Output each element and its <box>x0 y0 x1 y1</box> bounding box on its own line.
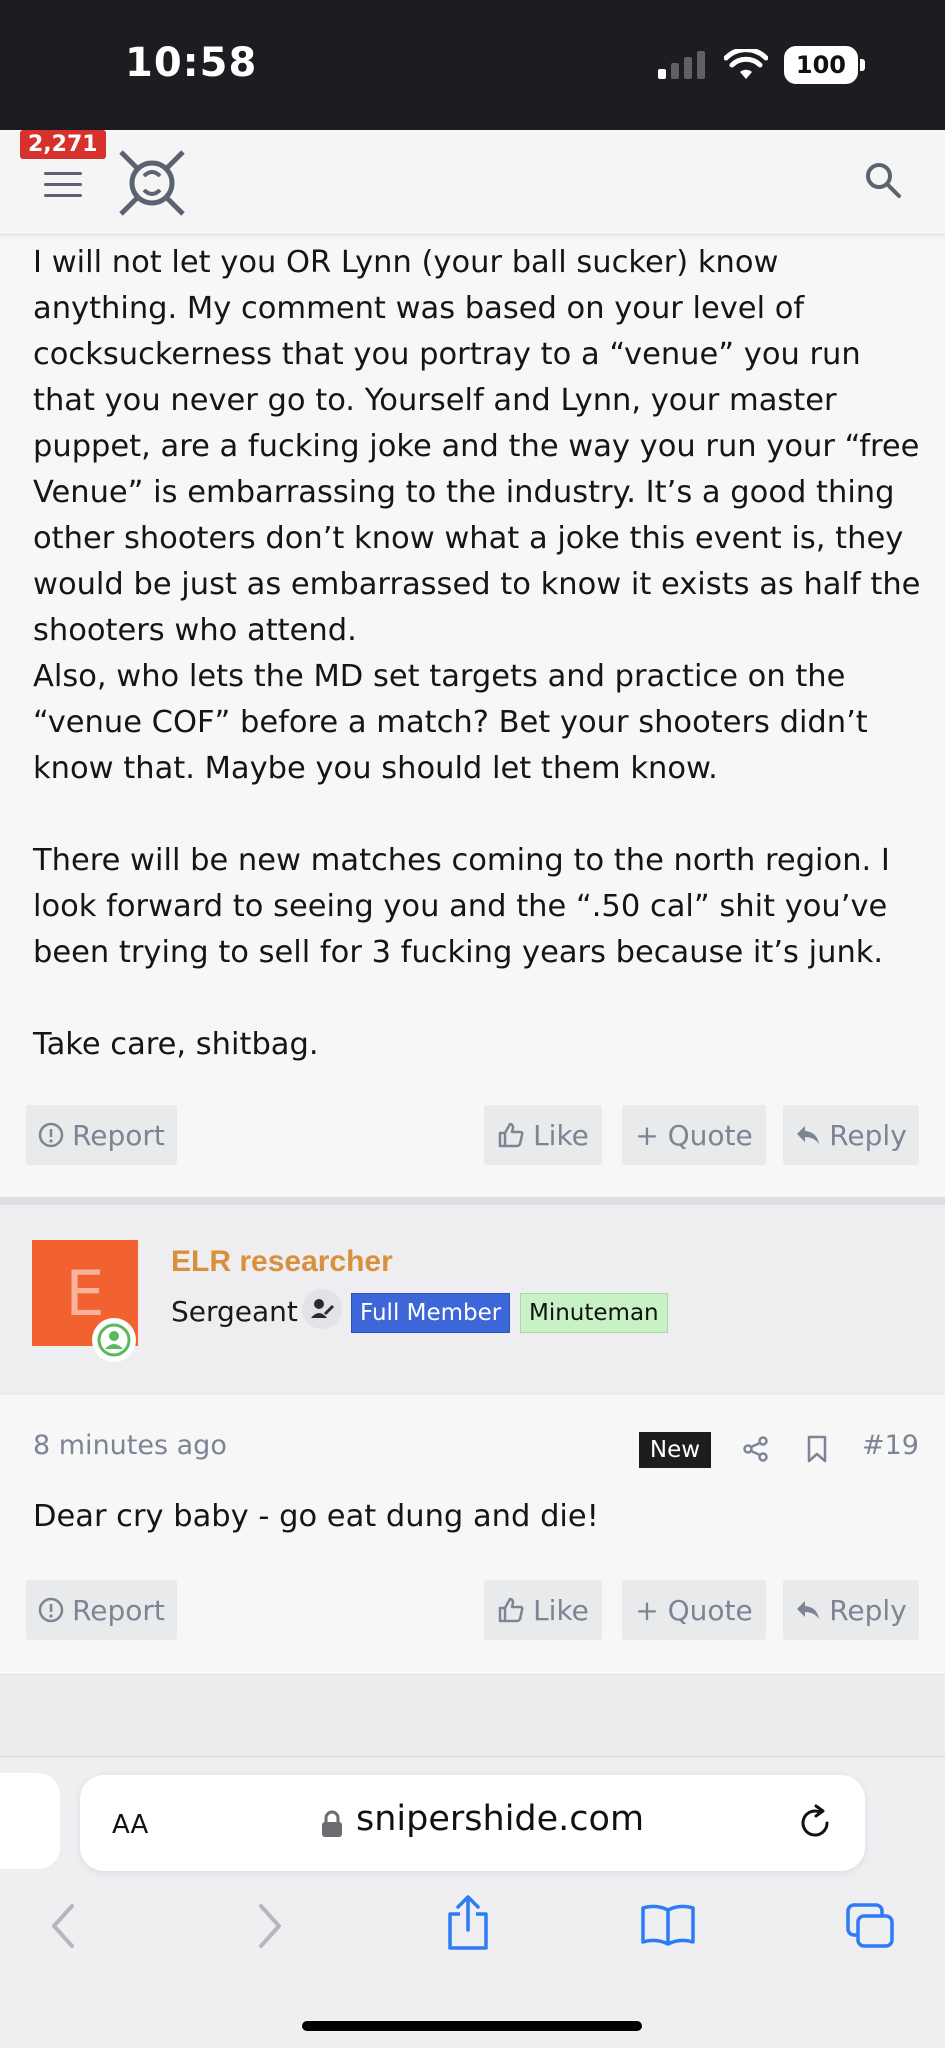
previous-tab-preview[interactable] <box>0 1773 60 1869</box>
wifi-icon <box>723 49 768 79</box>
report-button[interactable]: Report <box>26 1105 177 1165</box>
report-icon <box>38 1122 64 1148</box>
reply-icon <box>797 1126 820 1144</box>
address-bar[interactable]: AA snipershide.com <box>80 1775 865 1871</box>
like-button[interactable]: Like <box>484 1580 602 1640</box>
bookmark-icon[interactable] <box>805 1434 829 1464</box>
new-badge: New <box>639 1432 711 1468</box>
status-icons: 100 <box>657 46 865 84</box>
reload-icon[interactable] <box>795 1803 835 1843</box>
post-message: Dear cry baby - go eat dung and die! <box>33 1499 599 1534</box>
post-actions: Report Like + Quote Reply <box>26 1580 920 1640</box>
browser-toolbar: AA snipershide.com <box>0 1756 945 2048</box>
online-status-icon <box>92 1318 136 1362</box>
home-indicator[interactable] <box>302 2021 642 2031</box>
page-bottom-spacer <box>0 1676 945 1756</box>
user-title: Sergeant <box>171 1295 298 1328</box>
post-body: I will not let you OR Lynn (your ball su… <box>33 240 923 1068</box>
post: 8 minutes ago New #19 Dear cry baby - go… <box>0 1395 945 1675</box>
search-icon[interactable] <box>863 160 903 200</box>
quote-button[interactable]: + Quote <box>622 1105 766 1165</box>
reply-button[interactable]: Reply <box>783 1105 919 1165</box>
report-label: Report <box>72 1118 165 1152</box>
like-icon <box>498 1122 524 1148</box>
username[interactable]: ELR researcher <box>171 1245 393 1279</box>
post-divider <box>0 1197 945 1205</box>
browser-nav <box>0 1895 945 1962</box>
post-timestamp[interactable]: 8 minutes ago <box>33 1430 227 1461</box>
quote-label: + Quote <box>635 1118 753 1152</box>
back-icon[interactable] <box>48 1902 78 1950</box>
share-icon[interactable] <box>742 1435 770 1463</box>
like-icon <box>498 1597 524 1623</box>
site-header: 2,271 <box>0 130 945 235</box>
notification-badge[interactable]: 2,271 <box>20 130 106 159</box>
text-size-button[interactable]: AA <box>112 1803 148 1841</box>
tabs-icon[interactable] <box>844 1902 896 1950</box>
url-text: snipershide.com <box>356 1799 645 1839</box>
status-time: 10:58 <box>125 40 258 86</box>
like-button[interactable]: Like <box>484 1105 602 1165</box>
report-button[interactable]: Report <box>26 1580 177 1640</box>
post-number[interactable]: #19 <box>862 1430 919 1461</box>
reply-icon <box>797 1601 820 1619</box>
share-sheet-icon[interactable] <box>446 1894 490 1952</box>
quote-label: + Quote <box>635 1593 753 1627</box>
rank-icon <box>302 1289 342 1329</box>
reply-label: Reply <box>829 1593 907 1627</box>
report-icon <box>38 1597 64 1623</box>
lock-icon <box>322 1810 342 1837</box>
battery-level: 100 <box>783 46 858 84</box>
reply-button[interactable]: Reply <box>783 1580 919 1640</box>
signal-icon <box>657 51 705 79</box>
like-label: Like <box>533 1118 589 1152</box>
status-bar: 10:58 100 <box>0 0 945 130</box>
post-user-block: E ELR researcher Sergeant Full Member Mi… <box>0 1205 945 1395</box>
like-label: Like <box>533 1593 589 1627</box>
forward-icon[interactable] <box>255 1902 285 1950</box>
reply-label: Reply <box>829 1118 907 1152</box>
post-message: I will not let you OR Lynn (your ball su… <box>33 245 921 1062</box>
logo-icon[interactable] <box>115 146 189 220</box>
post-actions: Report Like + Quote Reply <box>26 1105 920 1165</box>
battery-icon: 100 <box>783 46 865 84</box>
menu-icon[interactable] <box>44 172 82 198</box>
badge-full-member: Full Member <box>351 1293 511 1333</box>
report-label: Report <box>72 1593 165 1627</box>
badge-minuteman: Minuteman <box>520 1293 668 1333</box>
avatar-letter: E <box>65 1256 105 1330</box>
bookmarks-icon[interactable] <box>640 1902 696 1948</box>
quote-button[interactable]: + Quote <box>622 1580 766 1640</box>
